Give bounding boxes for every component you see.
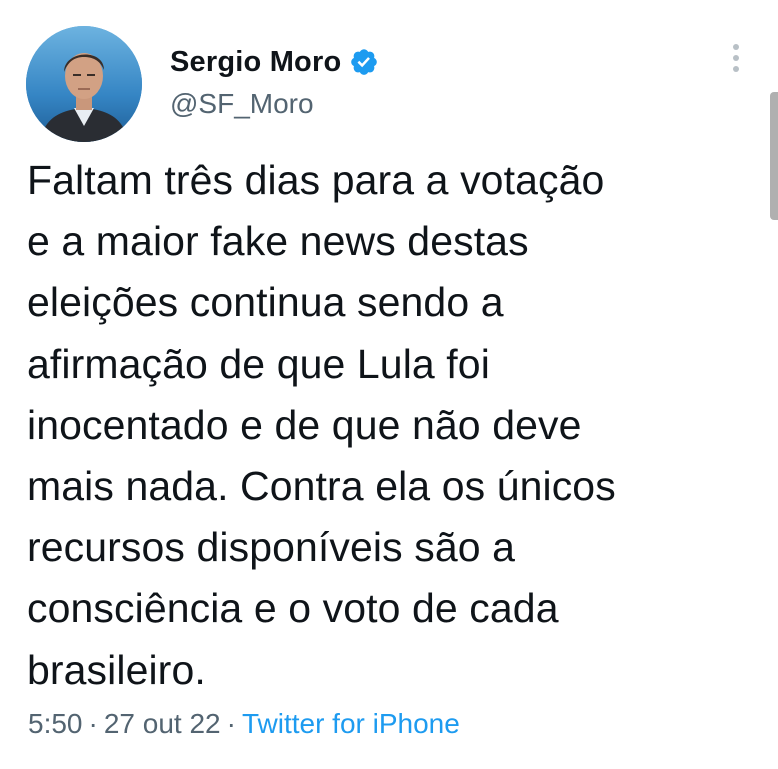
tweet-date[interactable]: 27 out 22 bbox=[104, 708, 221, 739]
tweet-text-line: mais nada. Contra ela os únicos bbox=[27, 463, 616, 510]
tweet: Sergio Moro @SF_Moro Faltam três dias pa… bbox=[0, 0, 778, 769]
tweet-text-line: inocentado e de que não deve bbox=[27, 401, 582, 448]
avatar-image bbox=[26, 26, 142, 142]
verified-badge-icon bbox=[349, 47, 379, 77]
avatar[interactable] bbox=[26, 26, 142, 142]
tweet-text-line: Faltam três dias para a votação bbox=[27, 157, 605, 203]
tweet-text-line: consciência e o voto de cada bbox=[27, 585, 559, 632]
more-vertical-icon[interactable] bbox=[724, 44, 748, 80]
tweet-meta: 5:50 · 27 out 22 · Twitter for iPhone bbox=[28, 708, 460, 740]
meta-separator: · bbox=[226, 708, 236, 739]
tweet-text-line: afirmação de que Lula foi bbox=[27, 340, 490, 387]
user-handle[interactable]: @SF_Moro bbox=[170, 88, 379, 120]
tweet-text: Faltam três dias para a votação e a maio… bbox=[27, 150, 757, 701]
name-row: Sergio Moro bbox=[170, 42, 379, 82]
scrollbar[interactable] bbox=[770, 92, 778, 220]
tweet-text-line: e a maior fake news destas bbox=[27, 218, 529, 265]
display-name[interactable]: Sergio Moro bbox=[170, 46, 341, 79]
tweet-text-line: recursos disponíveis são a bbox=[27, 524, 516, 571]
tweet-time[interactable]: 5:50 bbox=[28, 708, 83, 739]
tweet-text-line: brasileiro. bbox=[27, 646, 206, 693]
author-block: Sergio Moro @SF_Moro bbox=[170, 42, 379, 120]
meta-separator: · bbox=[88, 708, 98, 739]
tweet-source-link[interactable]: Twitter for iPhone bbox=[242, 708, 460, 739]
tweet-text-line: eleições continua sendo a bbox=[27, 279, 504, 326]
